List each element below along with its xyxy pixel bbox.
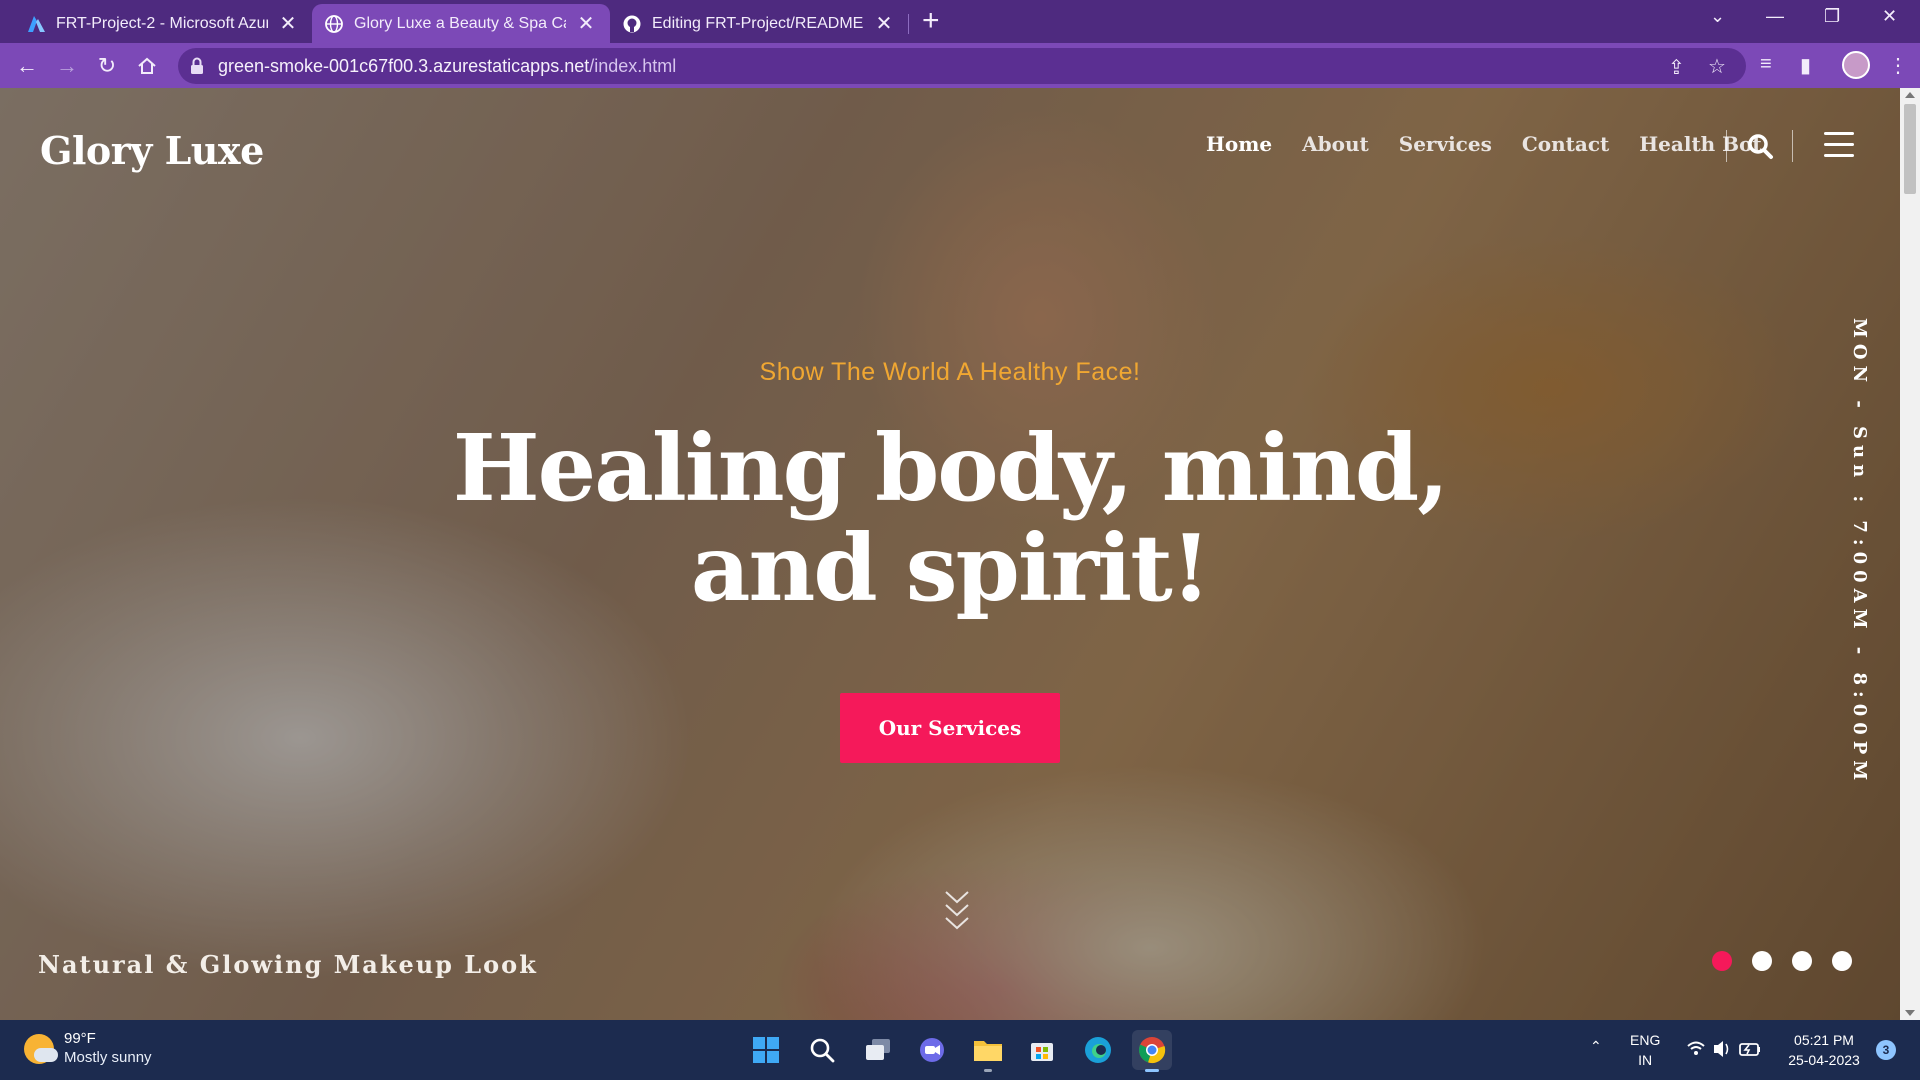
app-indicator [1145, 1069, 1159, 1072]
close-tab-icon[interactable]: ✕ [574, 11, 598, 36]
browser-menu-icon[interactable]: ⋮ [1888, 53, 1908, 78]
share-icon[interactable]: ⇪ [1668, 55, 1685, 80]
language-code: ENG [1630, 1032, 1661, 1048]
globe-icon [324, 14, 344, 34]
scrollbar-thumb[interactable] [1904, 104, 1916, 194]
app-indicator [984, 1069, 992, 1072]
hero-section: Glory Luxe Home About Services Contact H… [0, 88, 1920, 1020]
notification-count-badge[interactable]: 3 [1876, 1040, 1896, 1060]
tab-title: Editing FRT-Project/README.md [652, 14, 864, 32]
store-icon[interactable] [1022, 1030, 1062, 1070]
slide-caption: Natural & Glowing Makeup Look [38, 950, 538, 979]
minimize-button[interactable]: — [1766, 6, 1784, 27]
system-tray-status[interactable] [1686, 1038, 1762, 1065]
tab-title: FRT-Project-2 - Microsoft Azure [56, 14, 268, 32]
forward-icon[interactable]: → [52, 51, 82, 81]
url-text: green-smoke-001c67f00.3.azurestaticapps.… [218, 56, 676, 77]
new-tab-button[interactable]: + [922, 6, 940, 36]
volume-icon [1714, 1041, 1729, 1057]
github-icon [622, 14, 642, 34]
scroll-up-arrow-icon[interactable] [1905, 92, 1915, 98]
scroll-down-arrow-icon[interactable] [1905, 1010, 1915, 1016]
chrome-icon[interactable] [1132, 1030, 1172, 1072]
address-bar[interactable]: green-smoke-001c67f00.3.azurestaticapps.… [178, 48, 1746, 84]
slide-dot-4[interactable] [1832, 951, 1852, 971]
site-logo[interactable]: Glory Luxe [40, 128, 264, 173]
weather-temp: 99°F [64, 1030, 96, 1047]
task-view-icon[interactable] [858, 1030, 898, 1070]
weather-widget[interactable]: 99°F Mostly sunny [24, 1030, 152, 1068]
start-icon[interactable] [746, 1030, 786, 1070]
show-hidden-icons-icon[interactable]: ⌃ [1590, 1036, 1602, 1056]
url-path: /index.html [589, 56, 677, 76]
headline-line-2: and spirit! [690, 514, 1211, 622]
url-host: green-smoke-001c67f00.3.azurestaticapps.… [218, 56, 590, 76]
partly-sunny-icon [24, 1034, 58, 1064]
language-indicator[interactable]: ENG IN [1630, 1030, 1660, 1070]
tab-separator [908, 14, 909, 34]
tab-search-icon[interactable]: ⌄ [1710, 6, 1725, 27]
edge-icon[interactable] [1078, 1030, 1118, 1070]
slide-dot-3[interactable] [1792, 951, 1812, 971]
nav-divider [1792, 130, 1793, 162]
slider-pagination [1712, 951, 1852, 971]
clock-time: 05:21 PM [1794, 1032, 1854, 1048]
tab-glory-luxe[interactable]: Glory Luxe a Beauty & Spa Categ ✕ [312, 4, 610, 43]
hamburger-menu-icon[interactable] [1824, 132, 1854, 158]
browser-toolbar: ← → ↻ green-smoke-001c67f00.3.azurestati… [0, 43, 1920, 88]
bookmark-star-icon[interactable]: ☆ [1708, 54, 1726, 79]
main-navigation: Home About Services Contact Health Bot [1206, 132, 1762, 156]
nav-about[interactable]: About [1302, 132, 1369, 156]
page-scrollbar[interactable] [1900, 88, 1920, 1020]
search-icon[interactable] [1746, 132, 1774, 160]
nav-services[interactable]: Services [1399, 132, 1492, 156]
windows-taskbar: 99°F Mostly sunny ⌃ ENG IN 05:21 PM 25-0… [0, 1020, 1920, 1080]
lock-icon[interactable] [190, 57, 204, 75]
opening-hours: MON - Sun : 7:00AM - 8:00PM [1849, 318, 1870, 787]
file-explorer-icon[interactable] [968, 1030, 1008, 1072]
hero-headline: Healing body, mind, and spirit! [0, 418, 1900, 618]
weather-description: Mostly sunny [64, 1049, 152, 1066]
close-tab-icon[interactable]: ✕ [872, 11, 896, 36]
scroll-down-chevrons-icon[interactable] [942, 888, 972, 934]
clock[interactable]: 05:21 PM 25-04-2023 [1784, 1030, 1864, 1070]
nav-home[interactable]: Home [1206, 132, 1272, 156]
close-tab-icon[interactable]: ✕ [276, 11, 300, 36]
headline-line-1: Healing body, mind, [452, 414, 1449, 522]
azure-icon [26, 14, 46, 34]
search-icon[interactable] [802, 1030, 842, 1070]
side-panel-icon[interactable]: ▮ [1800, 53, 1811, 78]
reload-icon[interactable]: ↻ [92, 51, 122, 81]
profile-avatar[interactable] [1842, 51, 1870, 79]
tab-github[interactable]: Editing FRT-Project/README.md ✕ [610, 4, 908, 43]
battery-icon [1739, 1043, 1760, 1056]
nav-health-bot[interactable]: Health Bot [1639, 132, 1761, 156]
nav-contact[interactable]: Contact [1522, 132, 1609, 156]
restore-button[interactable]: ❐ [1824, 6, 1840, 27]
tab-title: Glory Luxe a Beauty & Spa Categ [354, 14, 566, 32]
tab-azure[interactable]: FRT-Project-2 - Microsoft Azure ✕ [14, 4, 312, 43]
back-icon[interactable]: ← [12, 51, 42, 81]
wifi-icon [1687, 1041, 1705, 1055]
chat-icon[interactable] [912, 1030, 952, 1070]
close-window-button[interactable]: ✕ [1882, 6, 1897, 27]
clock-date: 25-04-2023 [1788, 1052, 1860, 1068]
our-services-button[interactable]: Our Services [840, 693, 1060, 763]
slide-dot-2[interactable] [1752, 951, 1772, 971]
home-icon[interactable] [132, 51, 162, 81]
browser-tab-strip: FRT-Project-2 - Microsoft Azure ✕ Glory … [0, 0, 1920, 43]
region-code: IN [1638, 1052, 1653, 1068]
slide-dot-1[interactable] [1712, 951, 1732, 971]
reading-list-icon[interactable]: ≡ [1760, 53, 1772, 76]
hero-tagline: Show The World A Healthy Face! [759, 358, 1141, 386]
nav-divider [1726, 130, 1727, 162]
